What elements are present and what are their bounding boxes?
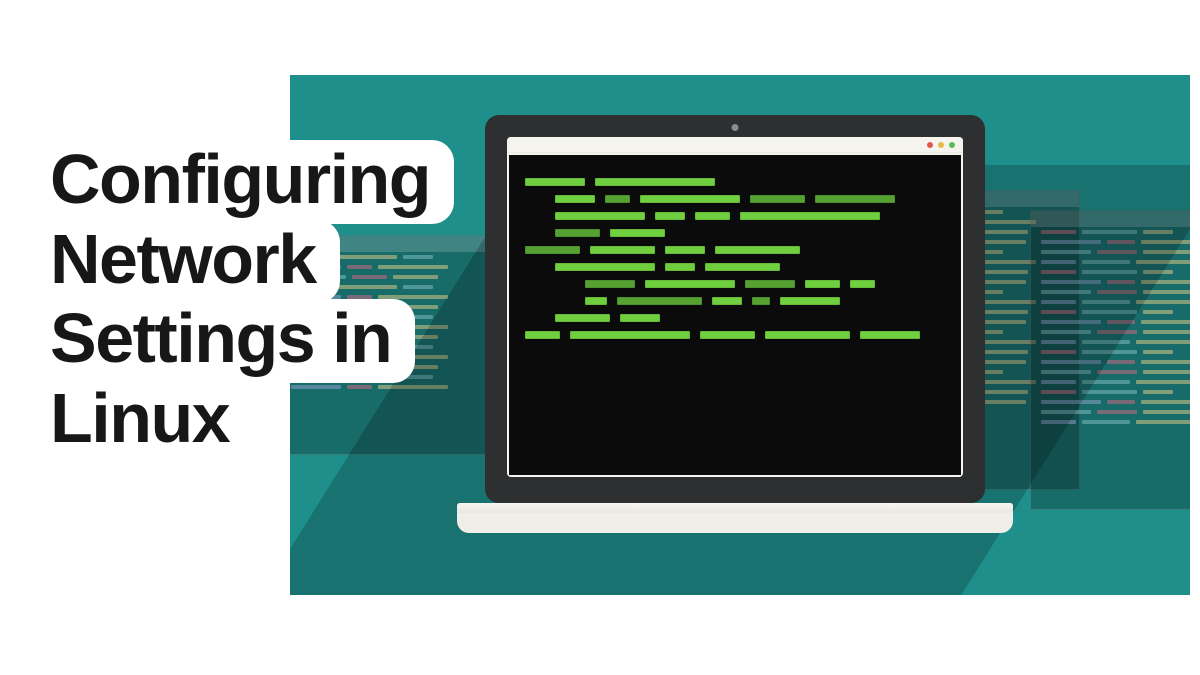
bg-code-segment [1082, 390, 1137, 394]
code-line [525, 331, 945, 339]
code-segment [695, 212, 730, 220]
code-segment [700, 331, 755, 339]
terminal-window [509, 155, 961, 475]
laptop-bezel [485, 115, 985, 503]
window-titlebar [507, 137, 963, 153]
code-segment [665, 263, 695, 271]
code-segment [555, 195, 595, 203]
code-segment [860, 331, 920, 339]
title-line-4: Linux [40, 379, 253, 463]
webcam-icon [732, 124, 739, 131]
laptop-base [457, 503, 1013, 533]
bg-code-segment [1143, 350, 1173, 354]
code-segment [705, 263, 780, 271]
code-segment [850, 280, 875, 288]
bg-code-segment [1143, 390, 1173, 394]
code-segment [645, 280, 735, 288]
code-segment [525, 178, 585, 186]
code-segment [585, 297, 607, 305]
bg-code-segment [1141, 320, 1190, 324]
code-segment [590, 246, 655, 254]
code-segment [617, 297, 702, 305]
bg-code-segment [1107, 360, 1135, 364]
title-line-2: Network [40, 220, 340, 304]
code-segment [715, 246, 800, 254]
code-segment [655, 212, 685, 220]
bg-code-segment [1141, 400, 1190, 404]
bg-code-segment [1143, 410, 1190, 414]
code-segment [745, 280, 795, 288]
code-segment [555, 212, 645, 220]
traffic-light-minimize-icon [938, 142, 944, 148]
code-segment [765, 331, 850, 339]
code-segment [525, 331, 560, 339]
laptop-illustration [485, 115, 985, 533]
code-segment [555, 229, 600, 237]
hero-title: Configuring Network Settings in Linux [40, 140, 454, 458]
code-segment [525, 246, 580, 254]
bg-code-segment [1143, 310, 1173, 314]
code-segment [740, 212, 880, 220]
bg-code-segment [1097, 410, 1137, 414]
code-line [525, 178, 945, 186]
title-line-1: Configuring [40, 140, 454, 224]
code-segment [752, 297, 770, 305]
code-line [525, 229, 945, 237]
code-segment [780, 297, 840, 305]
code-segment [595, 178, 715, 186]
bg-code-segment [1136, 420, 1190, 424]
bg-code-segment [1143, 330, 1190, 334]
code-line [525, 280, 945, 288]
bg-code-segment [1141, 360, 1190, 364]
laptop-screen [507, 137, 963, 477]
bg-code-segment [1107, 400, 1135, 404]
code-line [525, 263, 945, 271]
code-segment [750, 195, 805, 203]
code-segment [605, 195, 630, 203]
code-segment [815, 195, 895, 203]
code-line [525, 195, 945, 203]
code-segment [665, 246, 705, 254]
hero-banner: Configuring Network Settings in Linux [0, 0, 1200, 675]
code-line [525, 297, 945, 305]
bg-code-segment [1143, 370, 1190, 374]
code-segment [805, 280, 840, 288]
code-segment [555, 314, 610, 322]
code-segment [620, 314, 660, 322]
code-segment [610, 229, 665, 237]
code-segment [640, 195, 740, 203]
code-line [525, 212, 945, 220]
title-line-3: Settings in [40, 299, 415, 383]
code-segment [570, 331, 690, 339]
code-segment [712, 297, 742, 305]
bg-code-segment [1082, 420, 1130, 424]
code-line [525, 246, 945, 254]
code-segment [555, 263, 655, 271]
bg-code-segment [1136, 340, 1190, 344]
code-segment [585, 280, 635, 288]
code-line [525, 314, 945, 322]
traffic-light-close-icon [927, 142, 933, 148]
bg-code-segment [1097, 370, 1137, 374]
traffic-light-zoom-icon [949, 142, 955, 148]
bg-code-segment [1136, 380, 1190, 384]
